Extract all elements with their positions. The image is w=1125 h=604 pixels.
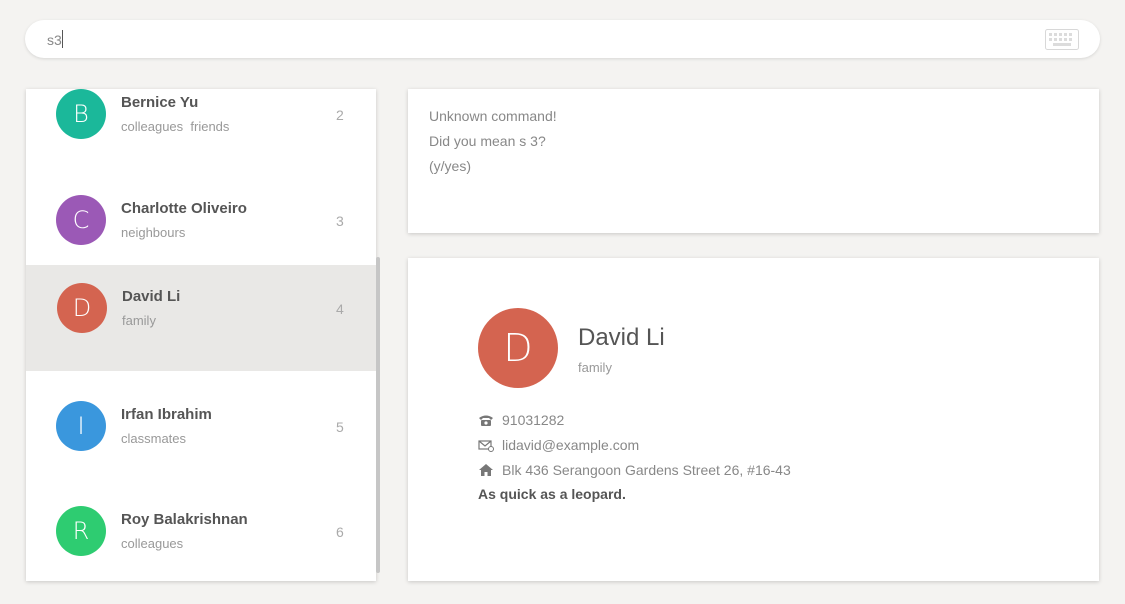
avatar: C: [56, 195, 106, 245]
detail-name: David Li: [578, 324, 665, 351]
home-icon: [479, 464, 493, 476]
result-line: (y/yes): [429, 158, 471, 174]
avatar: B: [56, 89, 106, 139]
result-line: Did you mean s 3?: [429, 133, 546, 149]
person-index: 2: [336, 107, 344, 123]
email-row: lidavid@example.com: [478, 437, 639, 453]
command-bar: [25, 20, 1100, 58]
person-name: David Li: [122, 288, 181, 305]
person-detail-panel: D David Li family 91031282 lidavid@examp…: [408, 258, 1099, 581]
avatar: I: [56, 401, 106, 451]
phone-icon: [479, 415, 493, 426]
email-icon: [478, 440, 494, 452]
person-tags: neighbours: [121, 225, 186, 240]
keyboard-icon[interactable]: [1045, 29, 1079, 50]
detail-avatar: D: [478, 308, 558, 388]
phone-row: 91031282: [478, 412, 564, 428]
person-card[interactable]: R Roy Balakrishnan colleagues 6: [26, 488, 376, 581]
list-scrollbar[interactable]: [376, 257, 380, 573]
result-line: Unknown command!: [429, 108, 557, 124]
person-index: 6: [336, 524, 344, 540]
email-text: lidavid@example.com: [502, 437, 640, 453]
command-input[interactable]: [47, 30, 1027, 50]
detail-tag: family: [578, 360, 612, 375]
avatar: D: [57, 283, 107, 333]
person-name: Bernice Yu: [121, 94, 199, 111]
avatar: R: [56, 506, 106, 556]
person-card[interactable]: I Irfan Ibrahim classmates 5: [26, 383, 376, 489]
text-caret: [62, 30, 63, 48]
person-index: 3: [336, 213, 344, 229]
person-tags: colleagues friends: [121, 119, 230, 134]
person-index: 5: [336, 419, 344, 435]
address-row: Blk 436 Serangoon Gardens Street 26, #16…: [478, 462, 791, 478]
person-tags: colleagues: [121, 536, 184, 551]
person-tags: family: [122, 313, 156, 328]
person-name: Roy Balakrishnan: [121, 511, 248, 528]
person-card[interactable]: B Bernice Yu colleagues friends 2: [26, 89, 376, 177]
person-name: Charlotte Oliveiro: [121, 200, 247, 217]
person-card-selected[interactable]: D David Li family 4: [26, 265, 376, 371]
result-display: Unknown command! Did you mean s 3? (y/ye…: [408, 89, 1099, 233]
person-index: 4: [336, 301, 344, 317]
phone-text: 91031282: [502, 412, 565, 428]
person-name: Irfan Ibrahim: [121, 406, 212, 423]
address-text: Blk 436 Serangoon Gardens Street 26, #16…: [502, 462, 791, 478]
person-tags: classmates: [121, 431, 187, 446]
person-list[interactable]: B Bernice Yu colleagues friends 2 C Char…: [26, 89, 376, 581]
remark-text: As quick as a leopard.: [478, 486, 626, 502]
